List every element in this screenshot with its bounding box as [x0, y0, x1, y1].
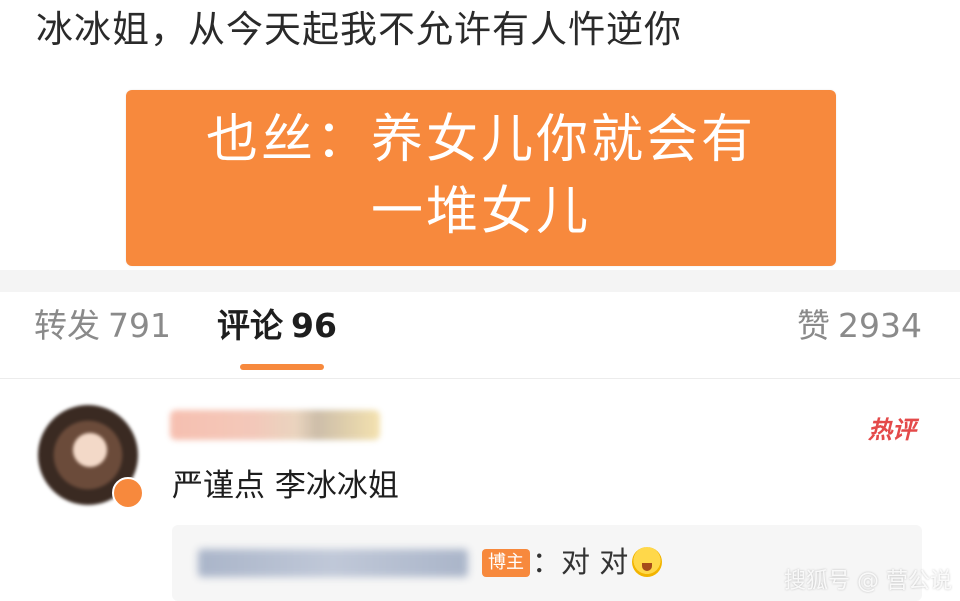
tab-comments-count: 96 — [291, 306, 337, 345]
tab-repost[interactable]: 转发 791 — [34, 306, 171, 346]
post-image-caption-line1: 也丝：养女儿你就会有 — [205, 110, 756, 170]
tab-repost-count: 791 — [108, 306, 171, 345]
verified-badge-icon — [112, 477, 144, 509]
active-tab-indicator — [240, 364, 324, 370]
commenter-nickname-blurred[interactable] — [170, 410, 380, 440]
section-divider — [0, 270, 960, 292]
hot-comment-tag: 热评 — [868, 416, 916, 444]
tab-likes-label: 赞 — [797, 306, 831, 345]
tab-likes-count: 2934 — [838, 306, 922, 345]
reply-author-blurred[interactable] — [198, 549, 468, 577]
reply-text-wrap: ：对 对 — [532, 543, 663, 581]
watermark: 搜狐号 @ 营公说 — [784, 569, 952, 594]
post-image-caption-line2: 一堆女儿 — [370, 182, 591, 242]
comment-text: 严谨点 李冰冰姐 — [172, 468, 399, 504]
post-stats-tabs: 转发 791 评论 96 赞 2934 — [0, 292, 960, 379]
post-text: 冰冰姐，从今天起我不允许有人忤逆你 — [36, 8, 682, 51]
blogger-badge: 博主 — [482, 549, 530, 577]
tab-repost-label: 转发 — [34, 306, 100, 345]
tab-comments-label: 评论 — [217, 306, 283, 345]
reply-text: ：对 对 — [532, 545, 629, 579]
tab-comments[interactable]: 评论 96 — [217, 306, 337, 346]
post-image-card[interactable]: 也丝：养女儿你就会有 一堆女儿 — [126, 90, 836, 266]
laughing-emoji-icon — [632, 547, 663, 577]
tab-likes[interactable]: 赞 2934 — [797, 306, 922, 346]
